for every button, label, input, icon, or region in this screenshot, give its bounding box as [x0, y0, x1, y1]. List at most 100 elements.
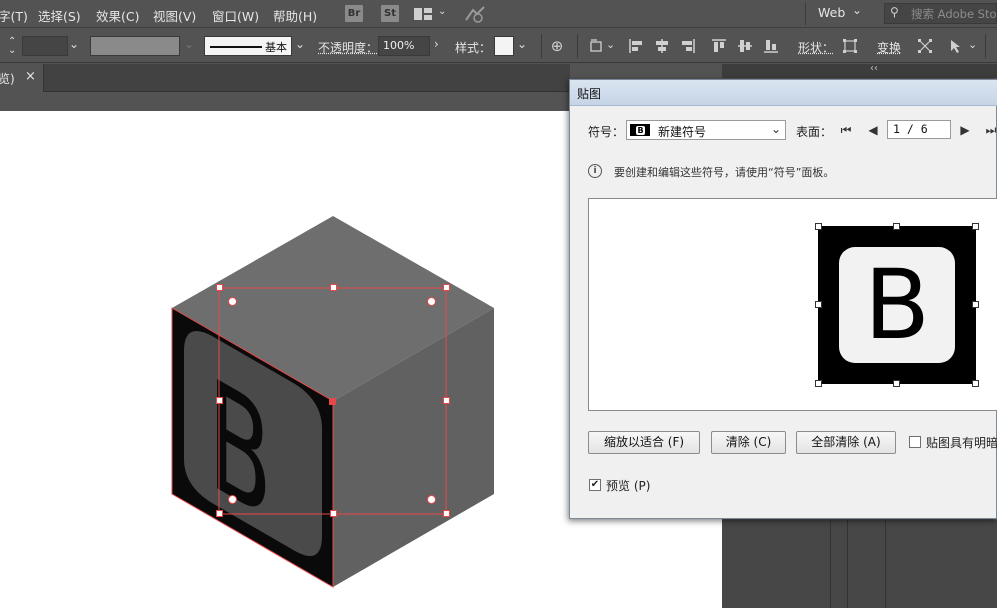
stock-icon[interactable]: St: [381, 5, 399, 22]
style-chevron-icon[interactable]: ⌄: [517, 37, 527, 51]
preview-handle-bottom-left[interactable]: [815, 380, 822, 387]
dialog-title-bar[interactable]: 贴图: [570, 80, 997, 106]
panel-divider-3: [885, 520, 886, 608]
menu-type[interactable]: 字(T): [0, 6, 28, 25]
opacity-field[interactable]: 100%: [378, 36, 430, 56]
corner-widget-bottom-right[interactable]: [427, 495, 436, 504]
panel-divider: [830, 520, 831, 608]
opacity-value: 100%: [383, 39, 415, 52]
search-placeholder: 搜索 Adobe Stock: [911, 7, 997, 21]
transform-bounds-icon[interactable]: [917, 38, 933, 54]
anchor-point-center[interactable]: [329, 398, 336, 405]
control-bar: ⌃ ⌄ ⌄ ⌄ 基本 ⌄ 不透明度： 100% › 样式： ⌄ ⊕ ⌄ 形状： 变…: [0, 29, 997, 63]
recolor-artwork-icon[interactable]: ⊕: [549, 38, 565, 54]
menu-bar: 字(T) 选择(S) 效果(C) 视图(V) 窗口(W) 帮助(H) Br St…: [0, 0, 997, 28]
workspace-chevron-icon[interactable]: ⌄: [852, 3, 862, 17]
stroke-weight-chevron-icon[interactable]: ⌄: [69, 37, 79, 51]
preview-handle-bottom-right[interactable]: [972, 380, 979, 387]
align-right-icon[interactable]: [680, 38, 696, 54]
selection-handle-bottom-right[interactable]: [443, 510, 450, 517]
menu-window[interactable]: 窗口(W): [212, 6, 259, 25]
variable-width-profile[interactable]: [90, 36, 180, 56]
first-surface-icon[interactable]: ⏮: [839, 123, 853, 137]
next-surface-icon[interactable]: ▶: [958, 123, 972, 137]
workspace-switcher[interactable]: Web: [818, 5, 845, 20]
surface-value: 1 / 6: [893, 122, 928, 136]
profile-chevron-icon[interactable]: ⌄: [184, 37, 194, 51]
document-tab[interactable]: 览) ×: [0, 64, 44, 92]
preview-handle-top-right[interactable]: [972, 223, 979, 230]
symbol-thumbnail-glyph: B: [636, 126, 645, 135]
artwork-preview-area[interactable]: B: [588, 198, 997, 411]
selection-handle-left[interactable]: [216, 397, 223, 404]
transform-label[interactable]: 变换: [877, 39, 901, 56]
opacity-label[interactable]: 不透明度：: [318, 39, 378, 56]
surface-label: 表面：: [796, 125, 833, 139]
menu-help[interactable]: 帮助(H): [273, 6, 317, 25]
cube-face-glyph: B: [208, 344, 272, 556]
corner-widget-bottom-left[interactable]: [228, 495, 237, 504]
collapse-panels-icon[interactable]: ‹‹: [870, 63, 878, 74]
select-similar-icon[interactable]: [947, 38, 963, 54]
preview-handle-right[interactable]: [972, 301, 979, 308]
preview-handle-left[interactable]: [815, 301, 822, 308]
surface-field[interactable]: 1 / 6: [887, 120, 951, 139]
arrange-documents-icon[interactable]: [413, 7, 433, 21]
stroke-weight-field[interactable]: [22, 36, 68, 56]
selection-handle-top-left[interactable]: [216, 284, 223, 291]
selection-handle-top[interactable]: [330, 284, 337, 291]
panel-dock: [722, 520, 997, 608]
stepper-icon[interactable]: ⌃ ⌄: [8, 37, 16, 56]
symbol-dropdown[interactable]: B 新建符号 ⌄: [626, 120, 786, 140]
symbol-thumbnail-icon: B: [630, 124, 650, 136]
map-art-dialog: 贴图 符号： B 新建符号 ⌄ 表面： ⏮ ◀ 1 / 6 ▶ ⏭ i 要创建和…: [569, 79, 997, 519]
brush-chevron-icon[interactable]: ⌄: [295, 37, 305, 51]
corner-widget-top-left[interactable]: [228, 297, 237, 306]
preview-handle-bottom[interactable]: [893, 380, 900, 387]
controlbar-divider-2: [577, 34, 578, 58]
menubar-divider: [805, 3, 806, 25]
clear-button[interactable]: 清除 (C): [711, 431, 786, 454]
preview-checkbox[interactable]: ✔: [589, 479, 601, 491]
align-to-icon[interactable]: [589, 38, 605, 54]
selection-handle-right[interactable]: [443, 397, 450, 404]
align-top-icon[interactable]: [711, 38, 727, 54]
selection-handle-bottom[interactable]: [330, 510, 337, 517]
select-similar-chevron-icon[interactable]: ⌄: [968, 38, 977, 51]
align-horizontal-center-icon[interactable]: [654, 38, 670, 54]
close-icon[interactable]: ×: [25, 69, 36, 84]
selection-handle-top-right[interactable]: [443, 284, 450, 291]
preview-handle-top-left[interactable]: [815, 223, 822, 230]
opacity-arrow-icon[interactable]: ›: [434, 37, 439, 51]
preview-handle-top[interactable]: [893, 223, 900, 230]
panel-divider-2: [847, 520, 848, 608]
menu-view[interactable]: 视图(V): [153, 6, 196, 25]
bridge-icon[interactable]: Br: [345, 5, 363, 22]
arrange-chevron-icon[interactable]: ⌄: [438, 6, 446, 17]
align-left-icon[interactable]: [628, 38, 644, 54]
style-label: 样式：: [455, 41, 492, 55]
brush-stroke-preview: [210, 46, 262, 48]
preview-label: 预览 (P): [606, 479, 651, 493]
gpu-performance-icon[interactable]: [463, 5, 487, 23]
align-to-chevron-icon[interactable]: ⌄: [606, 38, 615, 51]
menu-effect[interactable]: 效果(C): [96, 6, 139, 25]
shade-artwork-checkbox[interactable]: [909, 436, 921, 448]
stock-search-field[interactable]: ⚲ 搜索 Adobe Stock: [884, 3, 997, 24]
align-vertical-center-icon[interactable]: [737, 38, 753, 54]
shape-bounds-icon[interactable]: [842, 38, 858, 54]
menu-select[interactable]: 选择(S): [38, 6, 81, 25]
brush-definition[interactable]: 基本: [204, 36, 292, 56]
align-bottom-icon[interactable]: [763, 38, 779, 54]
previous-surface-icon[interactable]: ◀: [866, 123, 880, 137]
clear-all-button[interactable]: 全部清除 (A): [796, 431, 896, 454]
selection-handle-bottom-left[interactable]: [216, 510, 223, 517]
scale-to-fit-button[interactable]: 缩放以适合 (F): [588, 431, 700, 454]
search-icon: ⚲: [890, 5, 899, 19]
corner-widget-top-right[interactable]: [427, 297, 436, 306]
graphic-style-swatch[interactable]: [494, 36, 514, 56]
last-surface-icon[interactable]: ⏭: [984, 123, 997, 137]
shape-label[interactable]: 形状：: [798, 39, 834, 56]
symbol-preview[interactable]: B: [818, 226, 976, 384]
info-icon: i: [588, 164, 602, 178]
